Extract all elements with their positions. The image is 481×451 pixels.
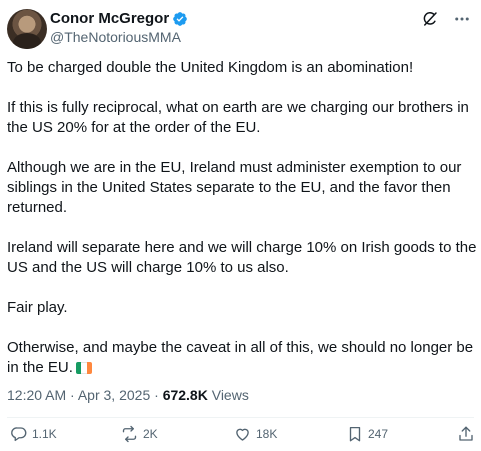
tweet-last-paragraph: Otherwise, and maybe the caveat in all o… xyxy=(7,338,477,378)
tweet-paragraph: If this is fully reciprocal, what on ear… xyxy=(7,99,469,136)
author-name-row: Conor McGregor xyxy=(50,10,188,27)
grok-icon[interactable] xyxy=(421,10,439,28)
more-options-icon[interactable] xyxy=(453,10,471,28)
bookmark-button[interactable]: 247 xyxy=(346,425,388,443)
tweet-text: To be charged double the United Kingdom … xyxy=(7,58,477,378)
repost-icon xyxy=(122,425,137,443)
ireland-flag-icon xyxy=(75,362,92,374)
bookmark-count: 247 xyxy=(368,427,389,441)
tweet-time[interactable]: 12:20 AM xyxy=(7,387,66,403)
tweet-paragraph: Although we are in the EU, Ireland must … xyxy=(7,159,462,216)
tweet-paragraph: Fair play. xyxy=(7,299,68,316)
meta-separator: · xyxy=(154,387,159,403)
tweet-paragraph: To be charged double the United Kingdom … xyxy=(7,59,414,76)
tweet-actions-bar: 1.1K 2K 18K 247 xyxy=(0,425,481,447)
like-button[interactable]: 18K xyxy=(233,425,277,443)
author-avatar[interactable] xyxy=(7,9,47,49)
meta-separator: · xyxy=(70,387,75,403)
views-count: 672.8K xyxy=(162,387,208,403)
author-display-name[interactable]: Conor McGregor xyxy=(50,10,169,27)
reply-count: 1.1K xyxy=(32,427,57,441)
share-button[interactable] xyxy=(457,425,479,443)
bookmark-icon xyxy=(349,426,361,442)
repost-count: 2K xyxy=(143,427,158,441)
reply-button[interactable]: 1.1K xyxy=(10,425,57,443)
share-icon xyxy=(459,426,473,441)
tweet-paragraph: Ireland will separate here and we will c… xyxy=(7,239,477,276)
tweet-meta: 12:20 AM · Apr 3, 2025 · 672.8K Views xyxy=(7,387,249,403)
verified-badge-icon[interactable] xyxy=(172,11,188,27)
tweet-header-actions xyxy=(421,10,471,28)
like-count: 18K xyxy=(256,427,278,441)
tweet-date[interactable]: Apr 3, 2025 xyxy=(78,387,150,403)
reply-icon xyxy=(11,427,27,442)
author-handle[interactable]: @TheNotoriousMMA xyxy=(50,29,181,45)
repost-button[interactable]: 2K xyxy=(120,425,158,443)
views-label: Views xyxy=(211,387,249,403)
heart-icon xyxy=(236,428,249,441)
divider xyxy=(7,417,474,418)
